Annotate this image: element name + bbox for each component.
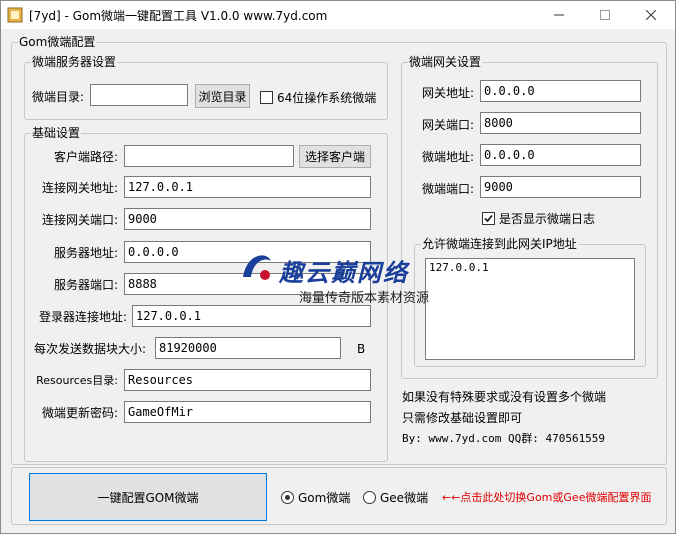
gw-addr-input[interactable]: 0.0.0.0 bbox=[480, 80, 641, 102]
block-size-label: 每次发送数据块大小: bbox=[34, 342, 147, 356]
minimize-button[interactable] bbox=[537, 1, 581, 29]
maximize-button[interactable] bbox=[583, 1, 627, 29]
close-icon bbox=[646, 10, 656, 20]
gw-port-label: 网关端口: bbox=[421, 118, 474, 132]
block-size-input[interactable]: 81920000 bbox=[155, 337, 341, 359]
dir-input[interactable] bbox=[90, 84, 188, 106]
show-log-checkbox[interactable] bbox=[482, 212, 495, 225]
x64-label: 64位操作系统微端 bbox=[277, 91, 377, 105]
gate-port-label: 连接网关端口: bbox=[41, 213, 118, 227]
resources-input[interactable]: Resources bbox=[124, 369, 371, 391]
mc-addr-input[interactable]: 0.0.0.0 bbox=[480, 144, 641, 166]
gom-config-legend: Gom微端配置 bbox=[18, 35, 97, 49]
mc-addr-label: 微端地址: bbox=[421, 150, 474, 164]
server-addr-label: 服务器地址: bbox=[53, 246, 118, 260]
gate-addr-label: 连接网关地址: bbox=[41, 181, 118, 195]
basic-settings-legend: 基础设置 bbox=[31, 126, 82, 140]
resources-label: Resources目录: bbox=[36, 374, 118, 387]
note-line2: 只需修改基础设置即可 bbox=[402, 411, 523, 425]
update-pwd-label: 微端更新密码: bbox=[41, 406, 118, 420]
gate-addr-input[interactable]: 127.0.0.1 bbox=[124, 176, 371, 198]
switch-hint: ←←点击此处切换Gom或Gee微端配置界面 bbox=[442, 491, 652, 504]
allowed-ip-legend: 允许微端连接到此网关IP地址 bbox=[421, 237, 578, 251]
radio-gee[interactable] bbox=[363, 491, 376, 504]
mc-port-input[interactable]: 9000 bbox=[480, 176, 641, 198]
minimize-icon bbox=[554, 14, 564, 16]
main-window: [7yd] - Gom微端一键配置工具 V1.0.0 www.7yd.com G… bbox=[0, 0, 676, 534]
check-icon bbox=[484, 214, 493, 223]
window-title: [7yd] - Gom微端一键配置工具 V1.0.0 www.7yd.com bbox=[29, 9, 328, 23]
gate-port-input[interactable]: 9000 bbox=[124, 208, 371, 230]
client-path-label: 客户端路径: bbox=[53, 150, 118, 164]
gw-port-input[interactable]: 8000 bbox=[480, 112, 641, 134]
one-click-config-button[interactable]: 一键配置GOM微端 bbox=[29, 473, 267, 521]
update-pwd-input[interactable]: GameOfMir bbox=[124, 401, 371, 423]
browse-button[interactable]: 浏览目录 bbox=[195, 84, 250, 108]
author-info: By: www.7yd.com QQ群: 470561559 bbox=[402, 432, 606, 445]
login-addr-input[interactable]: 127.0.0.1 bbox=[132, 305, 371, 327]
server-addr-input[interactable]: 0.0.0.0 bbox=[124, 241, 371, 263]
server-port-label: 服务器端口: bbox=[53, 278, 118, 292]
block-size-unit: B bbox=[357, 342, 366, 356]
allowed-ip-memo[interactable]: 127.0.0.1 bbox=[425, 258, 635, 360]
maximize-icon bbox=[600, 10, 610, 20]
app-icon bbox=[7, 7, 23, 23]
server-port-input[interactable]: 8888 bbox=[124, 273, 371, 295]
close-button[interactable] bbox=[629, 1, 673, 29]
dir-label: 微端目录: bbox=[32, 90, 85, 104]
x64-checkbox[interactable] bbox=[260, 91, 273, 104]
radio-gom-label: Gom微端 bbox=[298, 491, 351, 505]
gw-addr-label: 网关地址: bbox=[421, 86, 474, 100]
mc-port-label: 微端端口: bbox=[421, 182, 474, 196]
radio-gom[interactable] bbox=[281, 491, 294, 504]
login-addr-label: 登录器连接地址: bbox=[38, 310, 127, 324]
client-path-input[interactable] bbox=[124, 145, 294, 167]
select-client-button[interactable]: 选择客户端 bbox=[299, 145, 371, 168]
radio-gee-label: Gee微端 bbox=[380, 491, 429, 505]
title-bar: [7yd] - Gom微端一键配置工具 V1.0.0 www.7yd.com bbox=[1, 1, 675, 29]
note-line1: 如果没有特殊要求或没有设置多个微端 bbox=[402, 390, 607, 404]
gateway-settings-legend: 微端网关设置 bbox=[408, 55, 483, 69]
server-settings-legend: 微端服务器设置 bbox=[31, 55, 118, 69]
client-area: Gom微端配置 微端服务器设置 微端目录: 浏览目录 64位操作系统微端 基础设… bbox=[1, 29, 675, 533]
show-log-label: 是否显示微端日志 bbox=[499, 212, 596, 226]
